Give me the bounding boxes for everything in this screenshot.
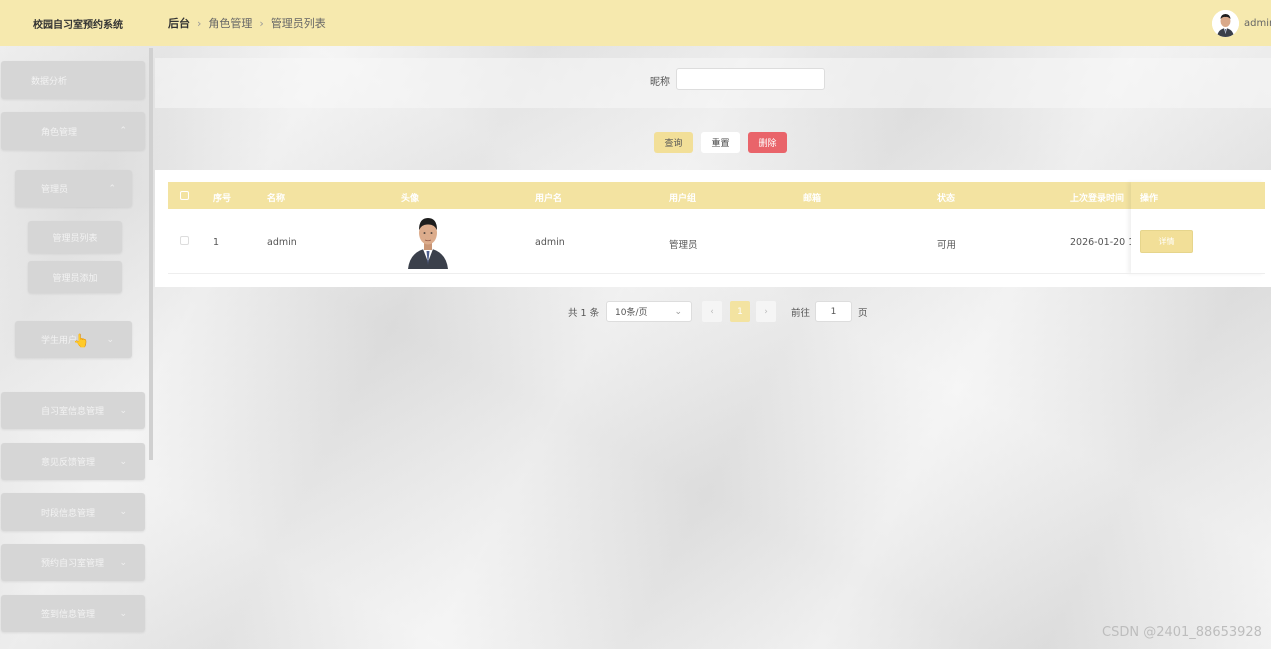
app-title: 校园自习室预约系统 <box>33 20 123 31</box>
sidebar-item-label: 意见反馈管理 <box>41 458 96 468</box>
sidebar-item-label: 管理员 <box>41 185 69 195</box>
sidebar-item-feedback[interactable]: 意见反馈管理 ⌄ <box>1 443 145 480</box>
sidebar-item-role-management[interactable]: 角色管理 ⌃ <box>1 112 145 150</box>
cell-last-login: 2026-01-20 14: <box>1070 237 1131 248</box>
page-suffix-label: 页 <box>858 308 868 319</box>
sidebar-item-signin[interactable]: 签到信息管理 ⌄ <box>1 595 145 632</box>
query-button[interactable]: 查询 <box>654 132 693 153</box>
cell-name: admin <box>267 237 297 248</box>
sidebar-item-label: 管理员列表 <box>52 233 98 244</box>
row-checkbox[interactable] <box>180 236 189 245</box>
breadcrumb-separator-icon: › <box>259 16 264 30</box>
cell-avatar-image <box>405 213 451 269</box>
prev-page-button[interactable]: ‹ <box>702 301 722 322</box>
column-header-index: 序号 <box>213 194 232 204</box>
column-header-name: 名称 <box>267 194 286 204</box>
sidebar-item-studyroom-info[interactable]: 自习室信息管理 ⌄ <box>1 392 145 429</box>
detail-button[interactable]: 详情 <box>1140 230 1193 253</box>
sidebar-item-reservation[interactable]: 预约自习室管理 ⌄ <box>1 544 145 581</box>
sidebar-item-label: 签到信息管理 <box>41 610 96 620</box>
breadcrumb-separator-icon: › <box>197 16 202 30</box>
sidebar-item-label: 角色管理 <box>41 127 78 138</box>
user-avatar[interactable] <box>1212 10 1239 37</box>
user-menu[interactable]: admin <box>1212 10 1271 37</box>
chevron-up-icon: ⌃ <box>108 183 116 194</box>
sidebar-item-label: 预约自习室管理 <box>41 559 105 569</box>
user-name[interactable]: admin <box>1244 18 1271 29</box>
cell-username: admin <box>535 237 565 248</box>
watermark: CSDN @2401_88653928 <box>1102 625 1262 640</box>
chevron-down-icon: ⌄ <box>119 557 127 568</box>
column-header-email: 邮箱 <box>803 194 822 204</box>
cell-status: 可用 <box>937 240 957 251</box>
goto-page-input[interactable]: 1 <box>815 301 852 322</box>
top-header: 校园自习室预约系统 后台 › 角色管理 › 管理员列表 admin <box>0 0 1271 46</box>
current-page-button[interactable]: 1 <box>730 301 750 322</box>
select-all-checkbox[interactable] <box>180 191 189 200</box>
sidebar-item-label: 学生用户 <box>41 336 78 346</box>
sidebar-item-label: 数据分析 <box>31 76 68 87</box>
chevron-down-icon: ⌄ <box>119 405 127 416</box>
page-size-select[interactable]: 10条/页 ⌄ <box>606 301 692 322</box>
chevron-down-icon: ⌄ <box>119 608 127 619</box>
breadcrumb-role-management[interactable]: 角色管理 <box>208 15 252 31</box>
column-header-username: 用户名 <box>535 194 563 204</box>
column-header-last-login: 上次登录时间 <box>1070 194 1125 204</box>
nickname-input[interactable] <box>676 68 825 90</box>
page-size-value: 10条/页 <box>615 308 648 318</box>
fixed-action-column <box>1131 182 1265 274</box>
sidebar-item-admin-list[interactable]: 管理员列表 <box>28 221 122 253</box>
hand-cursor-icon: 👆 <box>73 334 90 349</box>
chevron-right-icon: › <box>764 306 768 317</box>
goto-label: 前往 <box>791 308 811 319</box>
sidebar-item-timeslot[interactable]: 时段信息管理 ⌄ <box>1 493 145 531</box>
chevron-down-icon: ⌄ <box>674 306 682 317</box>
reset-button[interactable]: 重置 <box>701 132 740 153</box>
sidebar-item-data-analysis[interactable]: 数据分析 <box>1 61 145 99</box>
sidebar-scrollbar[interactable] <box>149 48 153 460</box>
sidebar-item-label: 时段信息管理 <box>41 508 96 519</box>
chevron-down-icon: ⌄ <box>119 507 127 517</box>
chevron-down-icon: ⌄ <box>106 334 114 345</box>
sidebar-item-label: 自习室信息管理 <box>41 407 105 417</box>
sidebar-item-admin[interactable]: 管理员 ⌃ <box>15 170 132 207</box>
cell-group: 管理员 <box>669 240 698 251</box>
breadcrumb-admin-list: 管理员列表 <box>270 17 326 30</box>
column-header-avatar: 头像 <box>401 194 420 204</box>
chevron-left-icon: ‹ <box>710 306 714 317</box>
chevron-down-icon: ⌄ <box>119 456 127 467</box>
sidebar-item-label: 管理员添加 <box>52 273 98 284</box>
sidebar-item-student-users[interactable]: 学生用户 ⌄ 👆 <box>15 321 132 358</box>
nickname-label: 昵称 <box>650 77 670 88</box>
chevron-up-icon: ⌃ <box>119 126 127 136</box>
delete-button[interactable]: 删除 <box>748 132 787 153</box>
row-divider <box>168 273 1265 274</box>
cell-index: 1 <box>213 237 220 248</box>
column-header-group: 用户组 <box>669 194 697 204</box>
pagination-total: 共 1 条 <box>568 308 600 319</box>
sidebar-item-admin-add[interactable]: 管理员添加 <box>28 261 122 293</box>
next-page-button[interactable]: › <box>756 301 776 322</box>
breadcrumb-root[interactable]: 后台 <box>168 15 190 31</box>
breadcrumb: 后台 › 角色管理 › 管理员列表 <box>168 15 326 31</box>
column-header-status: 状态 <box>937 194 956 204</box>
